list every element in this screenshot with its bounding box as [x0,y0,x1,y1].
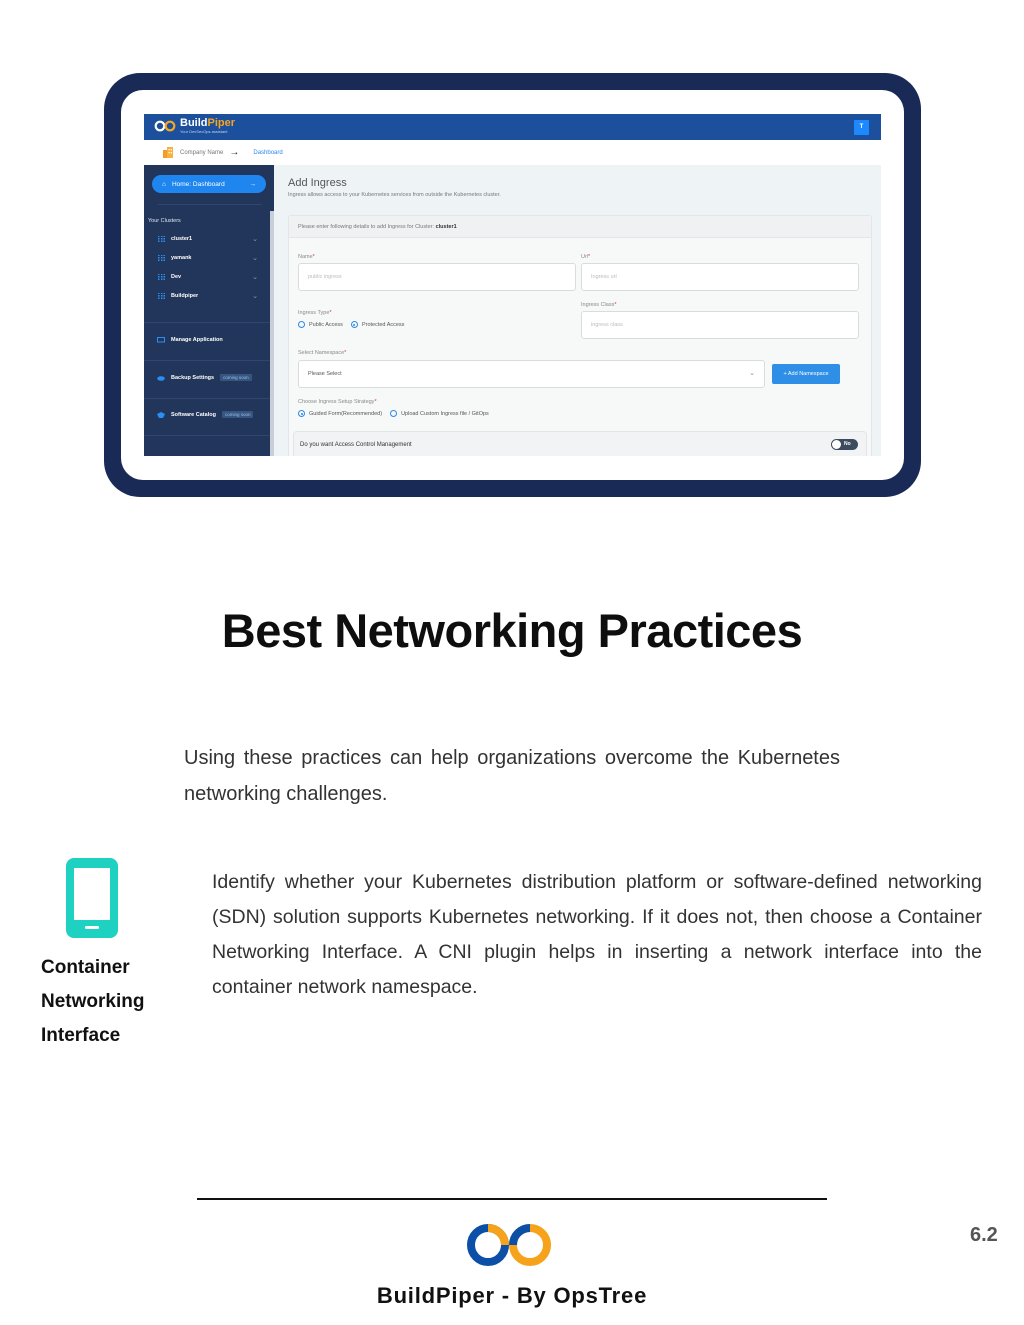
cluster-item[interactable]: Dev ⌄ [158,273,258,281]
radio-upload-custom[interactable] [390,410,398,417]
access-control-label: Do you want Access Control Management [300,442,412,448]
access-control-toggle[interactable]: No [831,439,858,450]
grid-icon [158,273,165,281]
section-heading: Best Networking Practices [221,604,803,657]
sidebar: ⌂ Home: Dashboard → Your Clusters cluste… [144,165,274,456]
namespace-label: Select Namespace* [298,350,347,356]
strategy-label: Choose Ingress Setup Strategy* [298,399,377,405]
arrow-right-icon: → [249,180,257,188]
name-input[interactable]: public ingress [298,263,576,291]
radio-protected-access[interactable] [350,321,358,328]
buildpiper-app-screenshot: BuildPiper Your DevSecOps assistant T Co… [144,114,881,456]
screenshot-frame: BuildPiper Your DevSecOps assistant T Co… [104,73,921,497]
monitor-icon [157,337,165,343]
cluster-name: yamank [171,255,192,261]
practice-title-line: Container [41,957,130,978]
cloud-upload-icon [157,375,165,381]
add-namespace-button[interactable]: + Add Namespace [772,364,840,384]
ingress-type-label: Ingress Type* [298,310,332,316]
radio-label: Public Access [309,321,343,328]
main-content: Add Ingress Ingress allows access to you… [274,165,881,456]
page-number: 6.2 [970,1224,998,1246]
grid-icon [158,235,165,243]
logo-tagline: Your DevSecOps assistant [180,129,228,134]
divider [158,204,262,205]
cluster-name: Dev [171,274,182,280]
sidebar-item-manage-application[interactable]: Manage Application [157,337,269,343]
chevron-down-icon: ⌄ [252,293,258,300]
url-label: Url* [581,254,591,260]
page-subtitle: Ingress allows access to your Kubernetes… [288,192,501,198]
cluster-name: Buildpiper [171,293,199,299]
buildpiper-logo-icon [467,1224,551,1266]
catalog-icon [157,411,165,418]
page-title: Add Ingress [288,177,347,189]
cluster-name-highlight: cluster1 [435,224,457,230]
app-topbar: BuildPiper Your DevSecOps assistant T [144,114,881,140]
practice-title: Container Networking Interface [41,951,144,1053]
radio-label: Protected Access [361,321,405,328]
chevron-down-icon: ⌄ [252,236,258,243]
practice-description: Identify whether your Kubernetes distrib… [212,871,982,998]
cluster-name: cluster1 [171,236,193,242]
home-dashboard-button[interactable]: ⌂ Home: Dashboard → [152,175,266,193]
chevron-down-icon: ⌄ [252,274,258,281]
breadcrumb-company[interactable]: Company Name [180,150,223,156]
clusters-title: Your Clusters [148,218,181,224]
coming-soon-badge: coming soon [220,374,252,381]
mobile-device-icon [66,858,118,938]
divider [144,322,270,323]
name-label: Name* [298,254,315,260]
grid-icon [158,254,165,262]
ingress-type-radio-group: Public Access Protected Access [298,321,404,328]
app-logo[interactable]: BuildPiper Your DevSecOps assistant [154,118,235,134]
home-dashboard-label: Home: Dashboard [171,180,225,188]
sidebar-item-label: Software Catalog [171,411,216,418]
practice-title-line: Networking [41,991,145,1012]
divider [144,360,270,361]
grid-icon [158,292,165,300]
url-input[interactable]: Ingress url [581,263,859,291]
screenshot-frame-inner: BuildPiper Your DevSecOps assistant T Co… [121,90,904,480]
cluster-item[interactable]: yamank ⌄ [158,254,258,262]
cluster-item[interactable]: Buildpiper ⌄ [158,292,258,300]
radio-label: Upload Custom Ingress file / GitOps [401,410,489,417]
divider [144,398,270,399]
logo-brand: BuildPiper [180,117,236,129]
access-control-row: Do you want Access Control Management No [293,431,867,456]
arrow-right-icon: → [229,147,240,158]
card-header: Please enter following details to add In… [289,216,871,238]
breadcrumb: Company Name → Dashboard [144,140,881,165]
buildpiper-logo-icon [154,120,176,132]
cluster-item[interactable]: cluster1 ⌄ [158,235,258,243]
sidebar-item-backup-settings[interactable]: Backup Settings coming soon [157,374,269,381]
user-avatar[interactable]: T [854,120,869,135]
intro-paragraph: Using these practices can help organizat… [184,747,840,805]
building-icon [163,147,173,158]
breadcrumb-dashboard[interactable]: Dashboard [253,150,282,156]
ingress-class-input[interactable]: ingress class [581,311,859,339]
divider [144,435,270,436]
sidebar-item-software-catalog[interactable]: Software Catalog coming soon [157,411,269,418]
ingress-class-label: Ingress Class* [581,302,617,308]
chevron-down-icon: ⌄ [252,255,258,262]
footer-divider [197,1198,827,1200]
radio-label: Guided Form(Recommended) [309,410,383,417]
footer-text: BuildPiper - By OpsTree [376,1283,648,1308]
radio-public-access[interactable] [298,321,305,328]
strategy-radio-group: Guided Form(Recommended) Upload Custom I… [298,410,489,417]
home-icon: ⌂ [162,180,166,188]
ingress-form-card: Please enter following details to add In… [288,215,872,456]
namespace-value: Please Select [308,371,342,377]
coming-soon-badge: coming soon [221,411,254,418]
namespace-select[interactable]: Please Select ⌄ [298,360,765,388]
radio-guided-form[interactable] [298,410,305,417]
chevron-down-icon: ⌄ [749,370,755,377]
practice-title-line: Interface [41,1025,121,1046]
sidebar-item-label: Manage Application [171,337,223,343]
sidebar-item-label: Backup Settings [171,374,215,381]
